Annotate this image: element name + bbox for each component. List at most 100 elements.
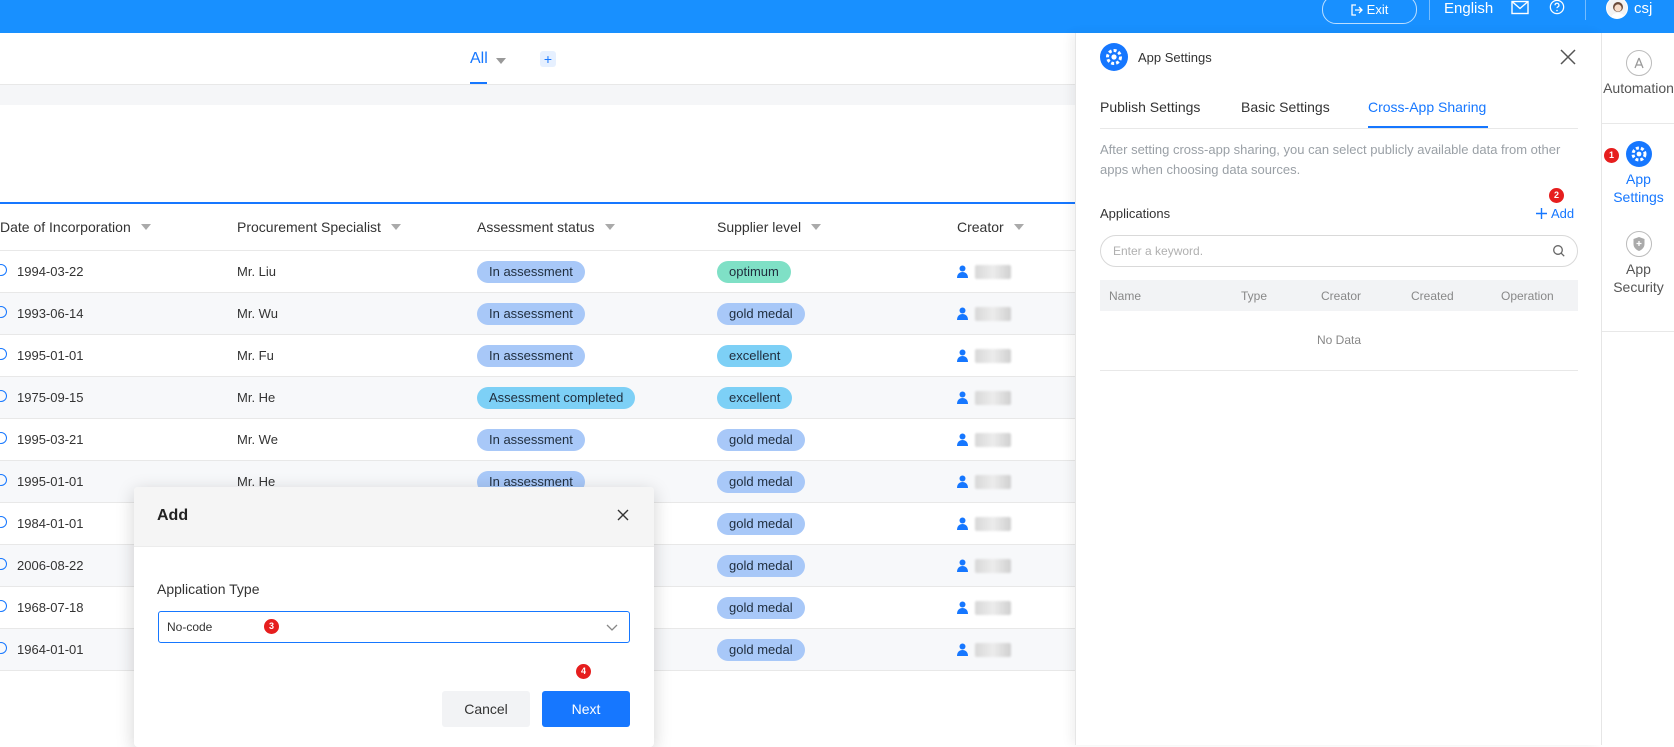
column-header: Type (1241, 289, 1268, 303)
rail-item-app-settings[interactable]: App Settings (1602, 141, 1674, 206)
language-switch[interactable]: English (1444, 0, 1493, 17)
exit-button[interactable]: Exit (1322, 0, 1417, 24)
table-header: Date of Incorporation Procurement Specia… (0, 204, 1075, 251)
mail-icon[interactable] (1511, 0, 1529, 16)
add-view-button[interactable]: + (540, 51, 556, 67)
supplier-level-badge: gold medal (717, 597, 805, 619)
date-cell: 1964-01-01 (17, 642, 84, 657)
sort-caret-icon[interactable] (811, 224, 822, 230)
applications-table-header: Name Type Creator Created Operation (1100, 280, 1578, 311)
column-header-label: Supplier level (717, 219, 802, 235)
table-row[interactable]: 1975-09-15 Mr. He Assessment completed exce… (0, 377, 1075, 419)
column-header-label: Procurement Specialist (237, 219, 381, 235)
column-header[interactable]: Creator (957, 219, 1024, 235)
add-application-button[interactable]: Add (1536, 206, 1574, 221)
date-cell: 1995-01-01 (17, 474, 84, 489)
creator-name-redacted (975, 517, 1011, 531)
exit-icon (1351, 3, 1363, 16)
column-header: Created (1411, 289, 1454, 303)
column-header: Operation (1501, 289, 1554, 303)
supplier-level-badge: gold medal (717, 471, 805, 493)
exit-label: Exit (1366, 2, 1389, 17)
tab-publish-settings[interactable]: Publish Settings (1100, 99, 1200, 115)
date-icon (0, 348, 7, 360)
creator-name-redacted (975, 601, 1011, 615)
sort-caret-icon[interactable] (140, 224, 151, 230)
specialist-cell: Mr. Liu (237, 264, 277, 279)
divider (1429, 0, 1430, 20)
tab-all-view[interactable]: All (470, 50, 488, 68)
date-icon (0, 516, 7, 528)
table-row[interactable]: 1995-03-21 Mr. We In assessment gold medal (0, 419, 1075, 461)
rail-label: App Security (1613, 261, 1664, 295)
creator-name-redacted (975, 475, 1011, 489)
active-tab-indicator (1368, 126, 1488, 128)
help-icon[interactable] (1548, 0, 1566, 15)
supplier-level-badge: excellent (717, 387, 793, 409)
next-button[interactable]: Next (542, 691, 630, 727)
main-content: All + Date of Incorporation Procurement … (0, 33, 1075, 747)
sort-caret-icon[interactable] (390, 224, 401, 230)
supplier-level-badge: excellent (717, 345, 793, 367)
chevron-down-icon[interactable] (496, 58, 506, 64)
creator-name-redacted (975, 559, 1011, 573)
gear-icon (1625, 141, 1652, 167)
sort-caret-icon[interactable] (604, 224, 615, 230)
tab-basic-settings[interactable]: Basic Settings (1241, 99, 1330, 115)
column-header[interactable]: Procurement Specialist (237, 219, 401, 235)
date-icon (0, 306, 7, 318)
toolbar-band (0, 85, 1075, 105)
column-header[interactable]: Date of Incorporation (0, 219, 151, 235)
table-row[interactable]: 1994-03-22 Mr. Liu In assessment optimum (0, 251, 1075, 293)
application-type-select[interactable]: No-code 3 (158, 611, 630, 643)
status-badge: In assessment (477, 261, 585, 283)
rail-label: App Settings (1613, 171, 1664, 205)
supplier-level-badge: gold medal (717, 513, 805, 535)
user-icon (957, 559, 968, 572)
supplier-level-badge: gold medal (717, 555, 805, 577)
creator-name-redacted (975, 391, 1011, 405)
supplier-level-badge: gold medal (717, 303, 805, 325)
chevron-down-icon[interactable] (605, 620, 619, 634)
column-header[interactable]: Supplier level (717, 219, 822, 235)
close-icon[interactable] (1557, 46, 1579, 68)
automation-icon (1625, 50, 1652, 76)
rail-item-automation[interactable]: Automation (1602, 50, 1674, 97)
date-icon (0, 474, 7, 486)
date-cell: 1968-07-18 (17, 600, 84, 615)
applications-label: Applications (1100, 206, 1171, 221)
search-input[interactable] (1113, 242, 1533, 260)
close-icon[interactable] (613, 505, 633, 525)
view-tabs: All + (0, 33, 1075, 85)
column-header-label: Creator (957, 219, 1004, 235)
date-cell: 1984-01-01 (17, 516, 84, 531)
date-cell: 1995-01-01 (17, 348, 84, 363)
rail-item-app-security[interactable]: App Security (1602, 231, 1674, 296)
keyword-search (1100, 235, 1578, 267)
top-bar: Exit English csj (0, 0, 1674, 33)
date-icon (0, 558, 7, 570)
date-icon (0, 390, 7, 402)
right-rail: Automation 1 App Settings App Security (1601, 33, 1674, 745)
user-icon (957, 349, 968, 362)
user-icon (957, 643, 968, 656)
plus-icon (1536, 208, 1547, 219)
supplier-level-badge: gold medal (717, 639, 805, 661)
table-row[interactable]: 1995-01-01 Mr. Fu In assessment excellent (0, 335, 1075, 377)
creator-name-redacted (975, 349, 1011, 363)
table-row[interactable]: 1993-06-14 Mr. Wu In assessment gold medal (0, 293, 1075, 335)
username[interactable]: csj (1634, 0, 1652, 17)
supplier-level-badge: gold medal (717, 429, 805, 451)
specialist-cell: Mr. He (237, 390, 276, 405)
creator-name-redacted (975, 265, 1011, 279)
tab-cross-app-sharing[interactable]: Cross-App Sharing (1368, 99, 1486, 115)
column-header[interactable]: Assessment status (477, 219, 615, 235)
cancel-button[interactable]: Cancel (442, 691, 530, 727)
avatar[interactable] (1606, 0, 1628, 19)
user-icon (957, 517, 968, 530)
panel-title: App Settings (1138, 50, 1212, 65)
sort-caret-icon[interactable] (1013, 224, 1024, 230)
search-icon[interactable] (1552, 244, 1566, 258)
date-cell: 1994-03-22 (17, 264, 84, 279)
step-badge-2: 2 (1549, 188, 1564, 203)
